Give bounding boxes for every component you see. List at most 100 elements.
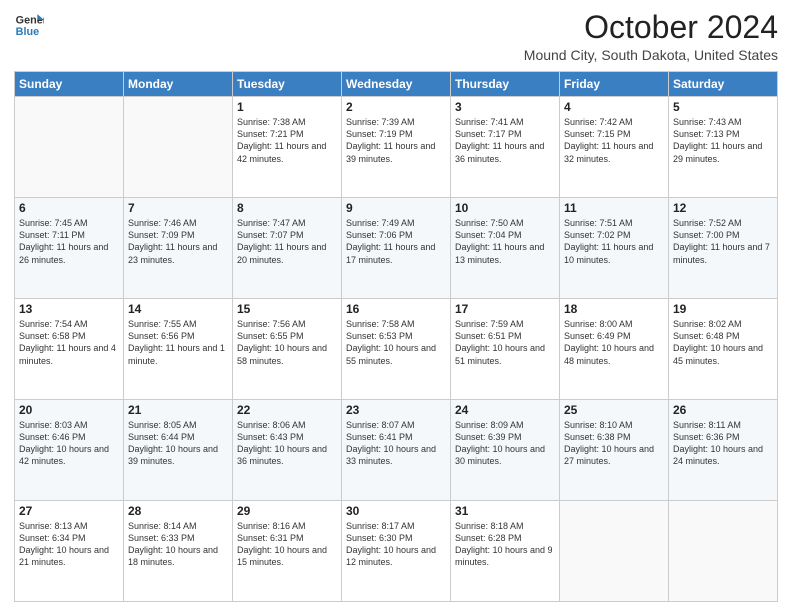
calendar-cell: 7 Sunrise: 7:46 AMSunset: 7:09 PMDaylight…: [124, 198, 233, 299]
calendar-cell: 19 Sunrise: 8:02 AMSunset: 6:48 PMDayligh…: [669, 299, 778, 400]
day-detail: Sunrise: 7:49 AMSunset: 7:06 PMDaylight:…: [346, 217, 446, 266]
day-number: 17: [455, 302, 555, 316]
calendar-cell: 16 Sunrise: 7:58 AMSunset: 6:53 PMDayligh…: [342, 299, 451, 400]
day-detail: Sunrise: 8:09 AMSunset: 6:39 PMDaylight:…: [455, 419, 555, 468]
day-number: 7: [128, 201, 228, 215]
day-detail: Sunrise: 7:58 AMSunset: 6:53 PMDaylight:…: [346, 318, 446, 367]
day-number: 4: [564, 100, 664, 114]
calendar-cell: 14 Sunrise: 7:55 AMSunset: 6:56 PMDayligh…: [124, 299, 233, 400]
day-detail: Sunrise: 8:03 AMSunset: 6:46 PMDaylight:…: [19, 419, 119, 468]
day-detail: Sunrise: 8:10 AMSunset: 6:38 PMDaylight:…: [564, 419, 664, 468]
calendar-cell: 31 Sunrise: 8:18 AMSunset: 6:28 PMDayligh…: [451, 501, 560, 602]
calendar-cell: 15Sunrise: 7:56 AMSunset: 6:55 PMDayligh…: [233, 299, 342, 400]
calendar-cell: 27Sunrise: 8:13 AMSunset: 6:34 PMDayligh…: [15, 501, 124, 602]
day-detail: Sunrise: 8:05 AMSunset: 6:44 PMDaylight:…: [128, 419, 228, 468]
logo-icon: General Blue: [14, 10, 44, 40]
day-number: 9: [346, 201, 446, 215]
page: General Blue October 2024 Mound City, So…: [0, 0, 792, 612]
weekday-header-monday: Monday: [124, 72, 233, 97]
day-detail: Sunrise: 8:00 AMSunset: 6:49 PMDaylight:…: [564, 318, 664, 367]
day-number: 25: [564, 403, 664, 417]
logo: General Blue: [14, 10, 44, 40]
day-number: 11: [564, 201, 664, 215]
day-detail: Sunrise: 7:46 AMSunset: 7:09 PMDaylight:…: [128, 217, 228, 266]
header: General Blue October 2024 Mound City, So…: [14, 10, 778, 63]
day-detail: Sunrise: 7:39 AMSunset: 7:19 PMDaylight:…: [346, 116, 446, 165]
day-detail: Sunrise: 8:17 AMSunset: 6:30 PMDaylight:…: [346, 520, 446, 569]
day-detail: Sunrise: 8:06 AMSunset: 6:43 PMDaylight:…: [237, 419, 337, 468]
calendar-cell: 3 Sunrise: 7:41 AMSunset: 7:17 PMDaylight…: [451, 97, 560, 198]
day-detail: Sunrise: 8:02 AMSunset: 6:48 PMDaylight:…: [673, 318, 773, 367]
weekday-header-tuesday: Tuesday: [233, 72, 342, 97]
day-number: 31: [455, 504, 555, 518]
title-block: October 2024 Mound City, South Dakota, U…: [524, 10, 778, 63]
day-detail: Sunrise: 7:45 AMSunset: 7:11 PMDaylight:…: [19, 217, 119, 266]
day-detail: Sunrise: 7:47 AMSunset: 7:07 PMDaylight:…: [237, 217, 337, 266]
day-detail: Sunrise: 7:38 AMSunset: 7:21 PMDaylight:…: [237, 116, 337, 165]
day-detail: Sunrise: 8:16 AMSunset: 6:31 PMDaylight:…: [237, 520, 337, 569]
day-detail: Sunrise: 7:50 AMSunset: 7:04 PMDaylight:…: [455, 217, 555, 266]
location: Mound City, South Dakota, United States: [524, 47, 778, 63]
calendar-cell: 21 Sunrise: 8:05 AMSunset: 6:44 PMDayligh…: [124, 400, 233, 501]
day-number: 22: [237, 403, 337, 417]
calendar-cell: 12 Sunrise: 7:52 AMSunset: 7:00 PMDayligh…: [669, 198, 778, 299]
day-number: 13: [19, 302, 119, 316]
day-detail: Sunrise: 7:52 AMSunset: 7:00 PMDaylight:…: [673, 217, 773, 266]
day-number: 16: [346, 302, 446, 316]
calendar-cell: 11Sunrise: 7:51 AMSunset: 7:02 PMDayligh…: [560, 198, 669, 299]
day-number: 1: [237, 100, 337, 114]
day-number: 15: [237, 302, 337, 316]
day-detail: Sunrise: 7:41 AMSunset: 7:17 PMDaylight:…: [455, 116, 555, 165]
calendar-cell: [124, 97, 233, 198]
calendar-cell: 5 Sunrise: 7:43 AMSunset: 7:13 PMDaylight…: [669, 97, 778, 198]
day-number: 24: [455, 403, 555, 417]
weekday-header-thursday: Thursday: [451, 72, 560, 97]
svg-text:Blue: Blue: [16, 26, 39, 38]
calendar-cell: 24 Sunrise: 8:09 AMSunset: 6:39 PMDayligh…: [451, 400, 560, 501]
day-number: 18: [564, 302, 664, 316]
day-number: 19: [673, 302, 773, 316]
calendar-cell: 20 Sunrise: 8:03 AMSunset: 6:46 PMDayligh…: [15, 400, 124, 501]
calendar-cell: 8Sunrise: 7:47 AMSunset: 7:07 PMDaylight…: [233, 198, 342, 299]
calendar-cell: 22 Sunrise: 8:06 AMSunset: 6:43 PMDayligh…: [233, 400, 342, 501]
calendar-cell: 9 Sunrise: 7:49 AMSunset: 7:06 PMDaylight…: [342, 198, 451, 299]
day-number: 5: [673, 100, 773, 114]
day-detail: Sunrise: 8:18 AMSunset: 6:28 PMDaylight:…: [455, 520, 555, 569]
day-number: 21: [128, 403, 228, 417]
day-number: 30: [346, 504, 446, 518]
calendar-cell: 1 Sunrise: 7:38 AMSunset: 7:21 PMDaylight…: [233, 97, 342, 198]
calendar-cell: 26Sunrise: 8:11 AMSunset: 6:36 PMDayligh…: [669, 400, 778, 501]
weekday-header-saturday: Saturday: [669, 72, 778, 97]
day-detail: Sunrise: 7:59 AMSunset: 6:51 PMDaylight:…: [455, 318, 555, 367]
day-number: 23: [346, 403, 446, 417]
day-number: 6: [19, 201, 119, 215]
day-detail: Sunrise: 7:55 AMSunset: 6:56 PMDaylight:…: [128, 318, 228, 367]
calendar-cell: [560, 501, 669, 602]
weekday-header-sunday: Sunday: [15, 72, 124, 97]
calendar: SundayMondayTuesdayWednesdayThursdayFrid…: [14, 71, 778, 602]
calendar-cell: [15, 97, 124, 198]
calendar-cell: 10 Sunrise: 7:50 AMSunset: 7:04 PMDayligh…: [451, 198, 560, 299]
day-number: 10: [455, 201, 555, 215]
day-number: 12: [673, 201, 773, 215]
day-number: 14: [128, 302, 228, 316]
day-number: 29: [237, 504, 337, 518]
calendar-cell: 6 Sunrise: 7:45 AMSunset: 7:11 PMDaylight…: [15, 198, 124, 299]
calendar-cell: 18 Sunrise: 8:00 AMSunset: 6:49 PMDayligh…: [560, 299, 669, 400]
day-detail: Sunrise: 8:07 AMSunset: 6:41 PMDaylight:…: [346, 419, 446, 468]
calendar-cell: 23 Sunrise: 8:07 AMSunset: 6:41 PMDayligh…: [342, 400, 451, 501]
calendar-cell: [669, 501, 778, 602]
calendar-cell: 25 Sunrise: 8:10 AMSunset: 6:38 PMDayligh…: [560, 400, 669, 501]
weekday-header-friday: Friday: [560, 72, 669, 97]
day-number: 3: [455, 100, 555, 114]
calendar-cell: 13Sunrise: 7:54 AMSunset: 6:58 PMDayligh…: [15, 299, 124, 400]
day-number: 28: [128, 504, 228, 518]
calendar-cell: 30 Sunrise: 8:17 AMSunset: 6:30 PMDayligh…: [342, 501, 451, 602]
calendar-cell: 17 Sunrise: 7:59 AMSunset: 6:51 PMDayligh…: [451, 299, 560, 400]
day-number: 26: [673, 403, 773, 417]
day-number: 2: [346, 100, 446, 114]
day-detail: Sunrise: 7:42 AMSunset: 7:15 PMDaylight:…: [564, 116, 664, 165]
day-detail: Sunrise: 7:43 AMSunset: 7:13 PMDaylight:…: [673, 116, 773, 165]
day-number: 20: [19, 403, 119, 417]
calendar-cell: 2 Sunrise: 7:39 AMSunset: 7:19 PMDaylight…: [342, 97, 451, 198]
